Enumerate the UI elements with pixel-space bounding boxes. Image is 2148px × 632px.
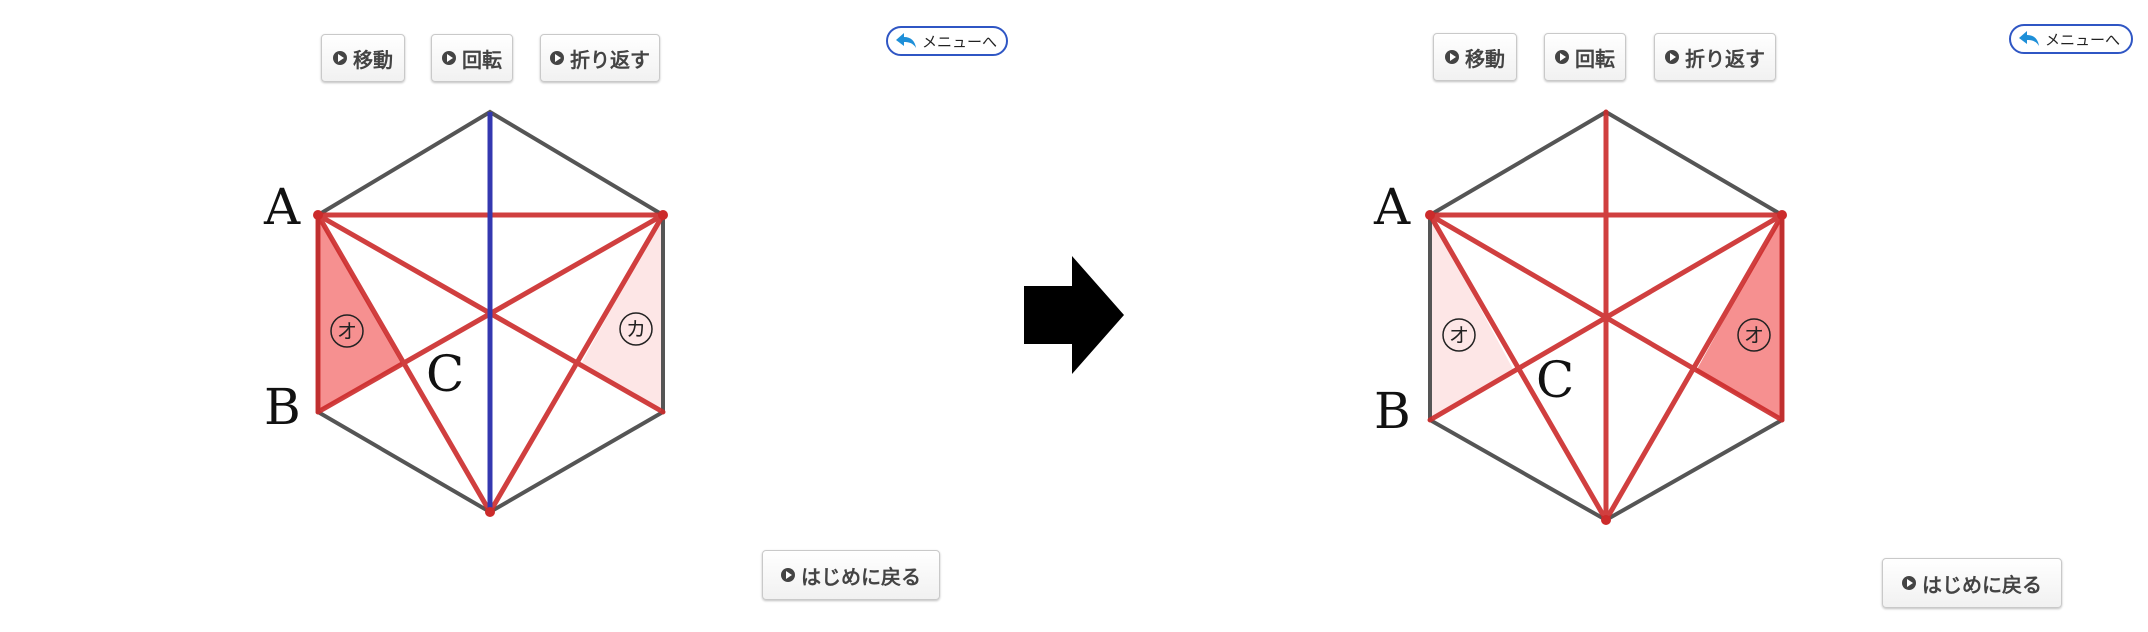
- hexagon-figure: A B C オ オ: [1373, 109, 1787, 525]
- vertex-dot: [313, 210, 323, 220]
- vertex-a-label: A: [263, 178, 301, 236]
- region-o-label: オ: [1449, 323, 1469, 347]
- reset-button-label: はじめに戻る: [801, 564, 921, 589]
- right-panel: 移動 回転 折り返す メニューへ A B C オ オ はじめに戻る: [1074, 0, 2148, 632]
- region-o-fill: [318, 215, 402, 412]
- region-o-label: オ: [337, 319, 357, 343]
- play-icon: [781, 568, 795, 582]
- region-ka-label: カ: [626, 317, 646, 341]
- reset-button-label: はじめに戻る: [1922, 572, 2042, 597]
- region-o-filled: [1696, 215, 1782, 420]
- region-ka-fill: [581, 215, 663, 412]
- vertex-dot: [1425, 210, 1435, 220]
- left-panel: 移動 回転 折り返す メニューへ A B C オ カ はじめに戻る: [0, 0, 1074, 632]
- vertex-a-label: A: [1373, 178, 1411, 236]
- vertex-c-label: C: [1536, 351, 1574, 409]
- hexagon-figure: A B C オ カ: [263, 109, 668, 517]
- reset-button[interactable]: はじめに戻る: [1882, 558, 2062, 608]
- vertex-dot: [1601, 515, 1611, 525]
- vertex-dot: [658, 210, 668, 220]
- vertex-b-label: B: [1374, 382, 1411, 440]
- region-o-label: オ: [1744, 323, 1764, 347]
- reset-button[interactable]: はじめに戻る: [762, 550, 940, 600]
- vertex-dot: [1777, 210, 1787, 220]
- vertex-c-label: C: [426, 345, 464, 403]
- vertex-dot: [485, 507, 495, 517]
- play-icon: [1902, 576, 1916, 590]
- region-o-light-fill: [1430, 215, 1514, 420]
- vertex-b-label: B: [264, 378, 301, 436]
